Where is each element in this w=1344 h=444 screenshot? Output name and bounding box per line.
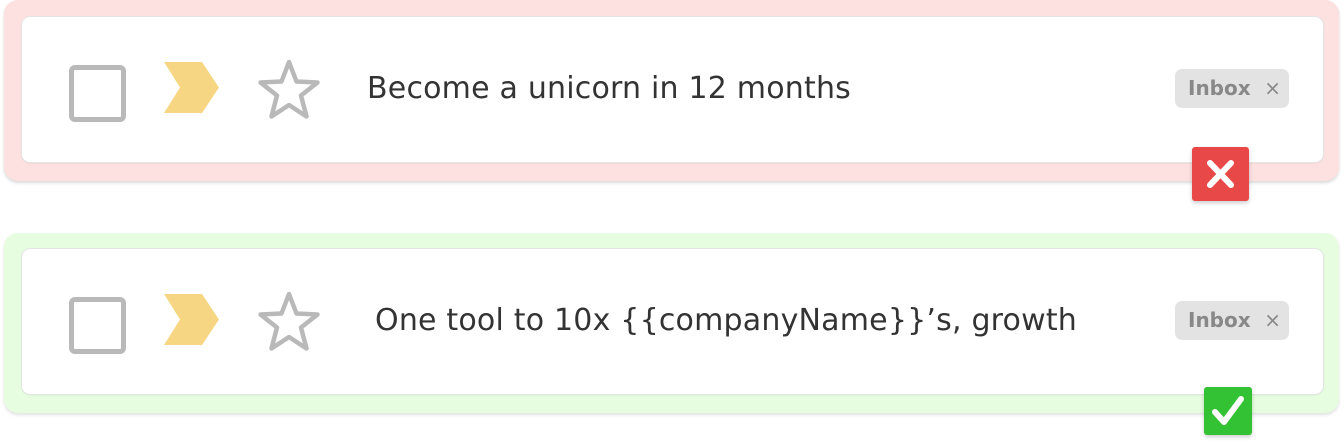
email-row[interactable]: Become a unicorn in 12 months Inbox × <box>22 17 1323 162</box>
good-example-panel: One tool to 10x {{companyName}}’s, growt… <box>4 233 1339 413</box>
star-icon[interactable] <box>257 59 321 121</box>
select-checkbox[interactable] <box>69 65 126 122</box>
bad-example-panel: Become a unicorn in 12 months Inbox × <box>4 0 1339 181</box>
importance-marker-icon[interactable] <box>162 294 220 345</box>
inbox-label-text: Inbox <box>1188 308 1251 332</box>
importance-marker-icon[interactable] <box>162 62 220 113</box>
inbox-label-text: Inbox <box>1188 76 1251 100</box>
email-subject: Become a unicorn in 12 months <box>367 71 851 106</box>
email-subject: One tool to 10x {{companyName}}’s, growt… <box>375 303 1078 338</box>
x-icon <box>1192 147 1249 201</box>
remove-label-button[interactable]: × <box>1264 69 1281 107</box>
inbox-label-chip: Inbox × <box>1175 69 1289 108</box>
email-row[interactable]: One tool to 10x {{companyName}}’s, growt… <box>22 249 1323 394</box>
inbox-label-chip: Inbox × <box>1175 301 1289 340</box>
star-icon[interactable] <box>257 291 321 353</box>
select-checkbox[interactable] <box>69 297 126 354</box>
checkmark-icon <box>1204 387 1252 435</box>
remove-label-button[interactable]: × <box>1264 301 1281 339</box>
